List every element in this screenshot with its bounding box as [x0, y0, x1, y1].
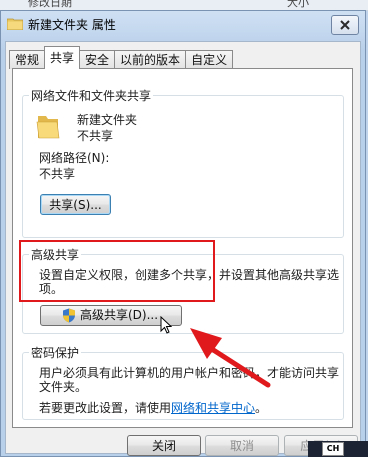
advanced-sharing-button-label: 高级共享(D)... — [79, 308, 159, 322]
tab-security[interactable]: 安全 — [79, 50, 116, 69]
properties-dialog: 新建文件夹 属性 常规 共享 安全 以前的版本 自定义 网络文件和文件夹共享 新… — [0, 10, 366, 457]
folder-name: 新建文件夹 — [77, 113, 138, 127]
advanced-sharing-description-line1: 设置自定义权限，创建多个共享，并设置其他高级共享选 — [39, 268, 340, 282]
large-folder-icon — [36, 116, 60, 139]
network-sharing-center-link[interactable]: 网络和共享中心 — [171, 401, 255, 415]
share-button[interactable]: 共享(S)... — [40, 194, 111, 215]
advanced-sharing-group: 高级共享 设置自定义权限，创建多个共享，并设置其他高级共享选 项。 高级共享(D… — [22, 246, 344, 334]
change-setting-text: 若要更改此设置，请使用网络和共享中心。 — [39, 399, 267, 416]
password-protection-description-line2: 文件夹。 — [39, 380, 88, 394]
change-setting-prefix: 若要更改此设置，请使用 — [39, 401, 172, 415]
close-window-button[interactable] — [331, 15, 359, 35]
tab-customize[interactable]: 自定义 — [185, 50, 234, 69]
advanced-sharing-group-title: 高级共享 — [29, 246, 82, 263]
title-bar[interactable]: 新建文件夹 属性 — [1, 11, 365, 39]
tab-general[interactable]: 常规 — [9, 50, 46, 69]
taskbar-tray: CH — [308, 441, 368, 457]
change-setting-suffix: 。 — [255, 401, 268, 415]
sharing-tab-panel: 网络文件和文件夹共享 新建文件夹 不共享 网络路径(N): 不共享 共享(S).… — [12, 68, 353, 428]
network-sharing-group-title: 网络文件和文件夹共享 — [29, 87, 154, 104]
folder-share-status: 不共享 — [77, 129, 114, 143]
network-path-label: 网络路径(N): — [39, 151, 110, 165]
cancel-button[interactable]: 取消 — [205, 435, 279, 456]
uac-shield-icon — [63, 308, 75, 323]
tab-previous-versions[interactable]: 以前的版本 — [114, 50, 187, 69]
folder-icon — [7, 18, 23, 30]
network-path-value: 不共享 — [39, 167, 76, 181]
password-protection-group-title: 密码保护 — [29, 344, 82, 361]
network-sharing-group: 网络文件和文件夹共享 新建文件夹 不共享 网络路径(N): 不共享 共享(S).… — [22, 87, 344, 238]
mouse-cursor-icon — [160, 316, 172, 334]
password-protection-group: 密码保护 用户必须具有此计算机的用户帐户和密码，才能访问共享 文件夹。 若要更改… — [22, 344, 344, 420]
close-button[interactable]: 关闭 — [127, 435, 201, 456]
modified-date-column-header: 修改日期 — [28, 0, 72, 9]
window-title: 新建文件夹 属性 — [28, 18, 116, 32]
size-column-header: 大小 — [287, 0, 309, 9]
close-icon — [340, 20, 350, 30]
tab-strip: 常规 共享 安全 以前的版本 自定义 — [9, 45, 234, 69]
dialog-client-area: 常规 共享 安全 以前的版本 自定义 网络文件和文件夹共享 新建文件夹 不共享 … — [5, 41, 361, 456]
tab-sharing[interactable]: 共享 — [44, 46, 81, 69]
input-method-indicator[interactable]: CH — [322, 442, 344, 456]
advanced-sharing-description-line2: 项。 — [39, 282, 64, 296]
